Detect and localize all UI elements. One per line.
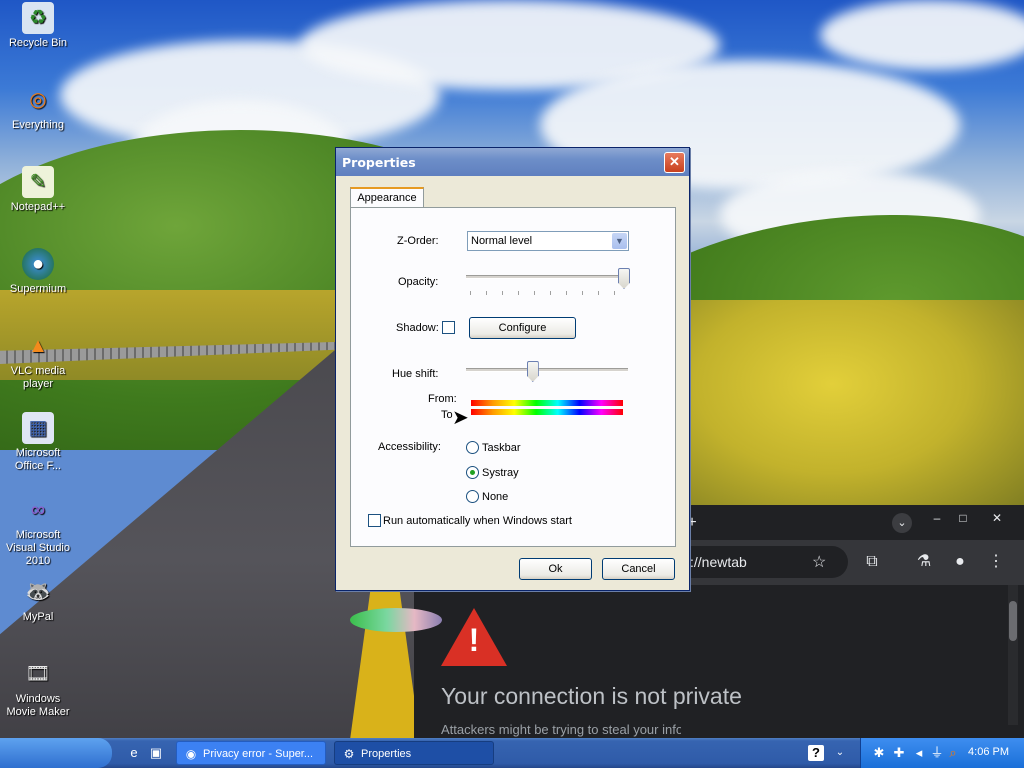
desktop-icon-recycle-bin[interactable]: ♻ Recycle Bin xyxy=(0,2,76,50)
fish-desktop-toy xyxy=(350,608,442,632)
show-desktop-icon[interactable]: ▣ xyxy=(148,745,164,761)
to-label: To xyxy=(441,409,453,421)
profile-avatar-icon[interactable]: ● xyxy=(950,552,970,572)
shadow-label: Shadow: xyxy=(396,322,439,334)
desktop-icon-supermium[interactable]: ● Supermium xyxy=(0,248,76,296)
system-tray: ✱ ✚ ◂ ⏚ ⌕ 4:06 PM xyxy=(860,738,1024,768)
mouse-cursor-icon: ➤ xyxy=(452,407,469,429)
error-subtitle: Attackers might be trying to steal your … xyxy=(441,722,681,737)
hue-to-gradient xyxy=(471,409,623,415)
scrollbar-thumb[interactable] xyxy=(1009,601,1017,641)
vlc-cone-icon: ▲ xyxy=(28,334,48,357)
error-title: Your connection is not private xyxy=(441,683,742,709)
desktop-icon-movie-maker[interactable]: 🎞 Windows Movie Maker xyxy=(0,658,76,719)
extensions-icon[interactable]: ⧉ xyxy=(862,552,882,572)
movie-maker-icon: 🎞 xyxy=(25,662,51,685)
address-text: ://newtab xyxy=(690,554,747,570)
zorder-value: Normal level xyxy=(471,235,533,247)
taskbar-item-label: Privacy error - Super... xyxy=(203,748,314,760)
autorun-checkbox[interactable] xyxy=(368,514,381,527)
everything-search-icon: ◎ xyxy=(29,88,47,111)
radio-none-label[interactable]: None xyxy=(482,491,508,503)
taskbar-item-label: Properties xyxy=(361,748,412,760)
zorder-label: Z-Order: xyxy=(397,235,439,247)
radio-taskbar-label[interactable]: Taskbar xyxy=(482,442,521,454)
from-label: From: xyxy=(428,393,457,405)
usb-icon[interactable]: ⏚ xyxy=(929,745,945,761)
desktop-icon-vlc[interactable]: ▲ VLC media player xyxy=(0,330,76,391)
taskbar-item-properties[interactable]: ⚙ Properties xyxy=(334,741,494,765)
tab-search-icon[interactable]: ⌄ xyxy=(892,513,912,533)
properties-icon: ⚙ xyxy=(343,747,355,761)
labs-flask-icon[interactable]: ⚗ xyxy=(914,552,934,572)
desktop-icon-visual-studio[interactable]: ∞ Microsoft Visual Studio 2010 xyxy=(0,494,76,568)
browser-tab-strip: + ⌄ – □ ✕ xyxy=(687,505,1024,540)
opacity-ticks xyxy=(470,291,628,295)
browser-content xyxy=(688,585,1024,738)
hue-from-gradient xyxy=(471,400,623,406)
zorder-select[interactable]: Normal level ▼ xyxy=(467,231,629,251)
internet-explorer-icon[interactable]: e xyxy=(126,745,142,761)
address-bar[interactable]: ://newtab ☆ xyxy=(688,546,848,578)
hue-shift-track[interactable] xyxy=(466,368,628,372)
mypal-browser-icon: 🦝 xyxy=(25,580,51,603)
radio-systray[interactable] xyxy=(466,466,479,479)
accessibility-label: Accessibility: xyxy=(378,441,441,453)
taskbar: e ▣ ◉ Privacy error - Super... ⚙ Propert… xyxy=(0,738,1024,768)
volume-icon[interactable]: ◂ xyxy=(911,745,927,761)
chevron-down-icon[interactable]: ▼ xyxy=(612,233,627,249)
radio-none[interactable] xyxy=(466,490,479,503)
desktop-icon-label: Windows Movie Maker xyxy=(6,693,70,718)
hue-shift-label: Hue shift: xyxy=(392,368,439,380)
supermium-browser-icon: ◉ xyxy=(185,747,197,761)
desktop-icon-notepad-plus-plus[interactable]: ✎ Notepad++ xyxy=(0,166,76,214)
chevron-down-icon[interactable]: ⌄ xyxy=(832,745,848,761)
desktop-icon-office[interactable]: ▦ Microsoft Office F... xyxy=(0,412,76,473)
desktop-icon-label: Microsoft Office F... xyxy=(14,447,62,472)
desktop-icon-label: MyPal xyxy=(22,611,54,623)
bookmark-star-icon[interactable]: ☆ xyxy=(812,552,826,572)
taskbar-item-privacy-error[interactable]: ◉ Privacy error - Super... xyxy=(176,741,326,765)
menu-kebab-icon[interactable]: ⋮ xyxy=(986,552,1006,572)
desktop-icon-label: Recycle Bin xyxy=(8,37,68,49)
autorun-label[interactable]: Run automatically when Windows start xyxy=(383,515,572,527)
properties-dialog[interactable]: Properties ✕ Appearance Z-Order: Normal … xyxy=(335,147,690,591)
tray-app-icon[interactable]: ✚ xyxy=(891,745,907,761)
desktop-icon-mypal[interactable]: 🦝 MyPal xyxy=(0,576,76,624)
recycle-bin-icon: ♻ xyxy=(22,2,54,34)
shadow-checkbox[interactable] xyxy=(442,321,455,334)
scrollbar[interactable] xyxy=(1008,585,1018,725)
supermium-browser-icon: ● xyxy=(22,248,54,280)
notepad-plus-plus-icon: ✎ xyxy=(22,166,54,198)
minimize-icon[interactable]: – xyxy=(926,511,948,525)
close-icon[interactable]: ✕ xyxy=(986,511,1008,525)
dialog-titlebar[interactable]: Properties ✕ xyxy=(336,148,689,176)
desktop-icon-label: Notepad++ xyxy=(10,201,66,213)
warning-exclamation: ! xyxy=(468,622,480,658)
clock[interactable]: 4:06 PM xyxy=(968,746,1009,758)
ok-button[interactable]: Ok xyxy=(519,558,592,580)
opacity-label: Opacity: xyxy=(398,276,439,288)
search-icon[interactable]: ⌕ xyxy=(945,745,961,761)
desktop-icon-label: VLC media player xyxy=(10,365,66,390)
radio-systray-label[interactable]: Systray xyxy=(482,467,519,479)
dialog-title: Properties xyxy=(342,155,416,170)
desktop-icon-label: Supermium xyxy=(9,283,67,295)
visual-studio-icon: ∞ xyxy=(30,498,46,521)
network-icon[interactable]: ✱ xyxy=(871,745,887,761)
configure-button[interactable]: Configure xyxy=(469,317,576,339)
office-icon: ▦ xyxy=(22,412,54,444)
maximize-icon[interactable]: □ xyxy=(952,511,974,525)
desktop-icon-everything[interactable]: ◎ Everything xyxy=(0,84,76,132)
opacity-track[interactable] xyxy=(466,275,628,279)
cancel-button[interactable]: Cancel xyxy=(602,558,675,580)
start-button[interactable] xyxy=(0,738,112,768)
browser-toolbar: ://newtab ☆ ⧉ ⚗ ● ⋮ xyxy=(688,540,1024,585)
radio-taskbar[interactable] xyxy=(466,441,479,454)
help-icon[interactable]: ? xyxy=(808,745,824,761)
close-button[interactable]: ✕ xyxy=(664,152,685,173)
desktop-icon-label: Everything xyxy=(12,119,64,131)
desktop-icon-label: Microsoft Visual Studio 2010 xyxy=(5,529,70,567)
